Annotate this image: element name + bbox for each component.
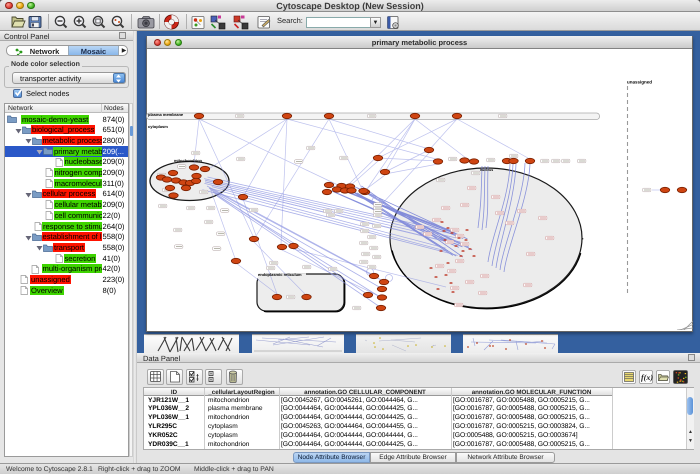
svg-text:f(x): f(x) (641, 373, 653, 382)
